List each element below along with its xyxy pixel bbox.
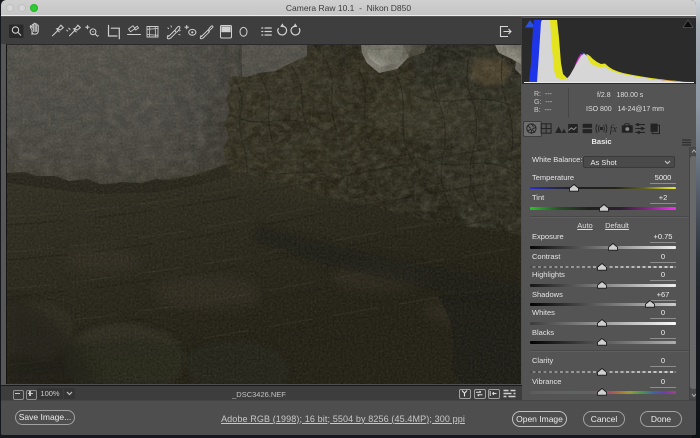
- svg-text:fx: fx: [610, 124, 618, 135]
